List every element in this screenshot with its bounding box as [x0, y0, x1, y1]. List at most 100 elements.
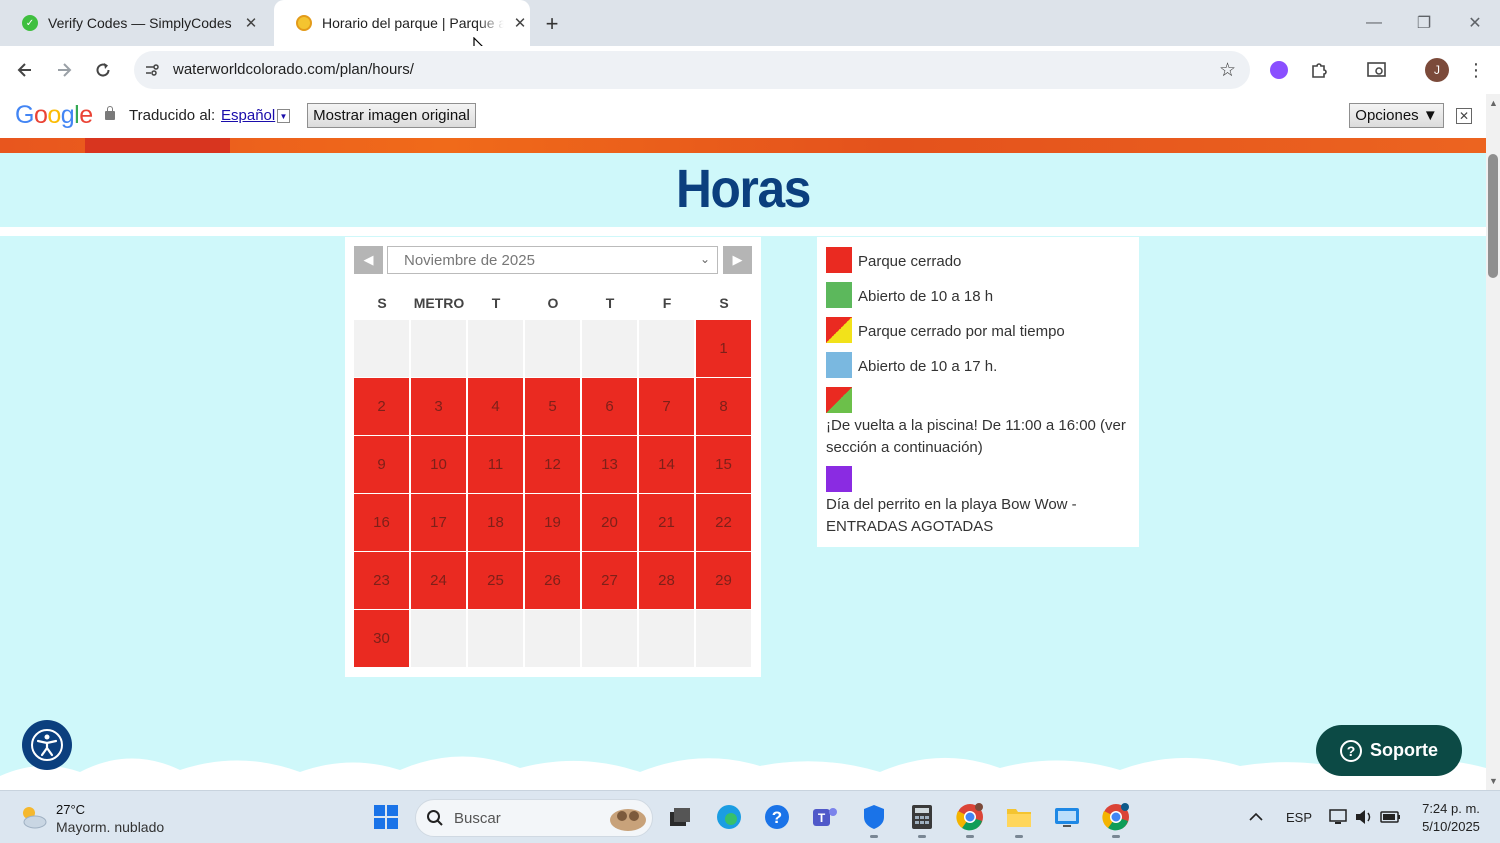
weather-temperature: 27°C	[56, 802, 86, 817]
calendar-day[interactable]: 23	[354, 552, 409, 609]
file-explorer-icon[interactable]	[1004, 802, 1034, 838]
clock-date[interactable]: 5/10/2025	[1410, 819, 1492, 834]
calendar-day[interactable]: 28	[639, 552, 694, 609]
volume-icon[interactable]	[1349, 802, 1379, 832]
scroll-up-icon[interactable]: ▲	[1489, 98, 1498, 108]
close-tab-icon[interactable]: ✕	[241, 13, 261, 33]
reload-icon[interactable]	[89, 56, 117, 84]
weather-cloudy-icon[interactable]	[18, 803, 48, 831]
input-language[interactable]: ESP	[1286, 810, 1312, 825]
menu-kebab-icon[interactable]: ⋮	[1462, 56, 1490, 84]
scroll-down-icon[interactable]: ▼	[1489, 776, 1498, 786]
shield-app-icon[interactable]	[859, 802, 889, 838]
tab-search-icon[interactable]	[1363, 56, 1391, 84]
forward-icon[interactable]	[50, 56, 78, 84]
show-original-button[interactable]: Mostrar imagen original	[307, 103, 476, 128]
accessibility-icon	[31, 729, 63, 761]
calendar-day[interactable]: 5	[525, 378, 580, 435]
calendar-day[interactable]: 24	[411, 552, 466, 609]
window-close-icon[interactable]: ✕	[1460, 8, 1490, 38]
calendar-day[interactable]: 10	[411, 436, 466, 493]
site-info-icon[interactable]	[142, 60, 162, 80]
support-button[interactable]: ? Soporte	[1316, 725, 1462, 776]
bookmark-star-icon[interactable]: ☆	[1219, 59, 1236, 82]
calendar-day[interactable]: 13	[582, 436, 637, 493]
calendar-day[interactable]: 4	[468, 378, 523, 435]
teams-icon[interactable]: T	[810, 802, 840, 832]
battery-icon[interactable]	[1376, 802, 1406, 832]
calendar-day[interactable]: 27	[582, 552, 637, 609]
calendar-day[interactable]: 2	[354, 378, 409, 435]
calendar-day[interactable]: 9	[354, 436, 409, 493]
calendar-day[interactable]: 17	[411, 494, 466, 551]
hours-calendar: ◀ Noviembre de 2025 ⌄ ▶ S METRO T O T F S 1234…	[345, 237, 761, 677]
task-view-icon[interactable]	[665, 802, 695, 832]
calendar-day[interactable]: 12	[525, 436, 580, 493]
taskbar-search[interactable]: Buscar	[415, 799, 653, 837]
clouds-decoration	[0, 756, 1486, 790]
calendar-day[interactable]: 15	[696, 436, 751, 493]
month-select[interactable]: Noviembre de 2025 ⌄	[387, 246, 718, 274]
extension-purple-icon[interactable]	[1265, 56, 1293, 84]
scroll-thumb[interactable]	[1488, 154, 1498, 278]
page-scrollbar[interactable]: ▲ ▼	[1486, 94, 1500, 790]
calendar-day[interactable]: 16	[354, 494, 409, 551]
calendar-day[interactable]: 30	[354, 610, 409, 667]
profile-avatar[interactable]: J	[1423, 56, 1451, 84]
back-icon[interactable]	[11, 56, 39, 84]
clock-time[interactable]: 7:24 p. m.	[1410, 801, 1492, 816]
calendar-day[interactable]: 8	[696, 378, 751, 435]
calendar-day[interactable]: 18	[468, 494, 523, 551]
calendar-day[interactable]: 11	[468, 436, 523, 493]
prev-month-button[interactable]: ◀	[354, 246, 383, 274]
translate-close-button[interactable]: ✕	[1456, 108, 1472, 124]
tab-title: Verify Codes — SimplyCodes	[48, 15, 232, 31]
new-tab-button[interactable]: +	[538, 10, 566, 38]
options-button[interactable]: Opciones ▼	[1349, 103, 1444, 128]
next-month-button[interactable]: ▶	[723, 246, 752, 274]
screen-app-icon[interactable]	[1052, 802, 1082, 832]
calendar-day[interactable]: 25	[468, 552, 523, 609]
legend-swatch-weather-closed	[826, 317, 852, 343]
search-placeholder: Buscar	[454, 810, 501, 827]
tab-strip: ✓ Verify Codes — SimplyCodes ✕ Horario d…	[0, 0, 1500, 60]
google-logo: Google	[15, 101, 93, 129]
chevron-up-icon[interactable]	[1241, 802, 1271, 832]
edge-icon[interactable]	[714, 802, 744, 832]
help-app-icon[interactable]: ?	[762, 802, 792, 832]
close-tab-icon[interactable]: ✕	[510, 13, 530, 33]
calendar-day[interactable]: 20	[582, 494, 637, 551]
address-bar[interactable]: waterworldcolorado.com/plan/hours/ ☆	[134, 51, 1250, 89]
divider	[0, 227, 1486, 236]
calendar-day[interactable]: 1	[696, 320, 751, 377]
calendar-legend: Parque cerrado Abierto de 10 a 18 h Parq…	[817, 237, 1139, 547]
minimize-icon[interactable]: —	[1359, 8, 1389, 38]
chrome-profile-icon[interactable]	[1101, 802, 1131, 838]
calendar-empty-cell	[411, 320, 466, 377]
translate-bar: Google Traducido al: Español ▼ Mostrar i…	[0, 94, 1486, 138]
calendar-day[interactable]: 21	[639, 494, 694, 551]
support-label: Soporte	[1369, 740, 1438, 760]
chrome-icon[interactable]	[955, 802, 985, 838]
tab-simplycodes[interactable]: ✓ Verify Codes — SimplyCodes ✕	[0, 0, 270, 46]
calendar-day[interactable]: 29	[696, 552, 751, 609]
weekday-label: S	[377, 295, 387, 311]
extensions-puzzle-icon[interactable]	[1305, 56, 1333, 84]
calculator-icon[interactable]	[907, 802, 937, 838]
language-dropdown-arrow-icon[interactable]: ▼	[277, 109, 290, 123]
calendar-day[interactable]: 7	[639, 378, 694, 435]
calendar-day[interactable]: 3	[411, 378, 466, 435]
accessibility-button[interactable]	[22, 720, 72, 770]
restore-icon[interactable]: ❐	[1409, 8, 1439, 38]
calendar-day[interactable]: 6	[582, 378, 637, 435]
tab-waterworld[interactable]: Horario del parque | Parque acuático ✕	[274, 0, 530, 46]
windows-start-icon[interactable]	[371, 802, 401, 832]
calendar-day[interactable]: 26	[525, 552, 580, 609]
language-select[interactable]: Español	[221, 107, 275, 124]
calendar-day[interactable]: 14	[639, 436, 694, 493]
calendar-day[interactable]: 22	[696, 494, 751, 551]
calendar-empty-cell	[582, 320, 637, 377]
calendar-day[interactable]: 19	[525, 494, 580, 551]
page-content: Horas ◀ Noviembre de 2025 ⌄ ▶ S METRO T O T F…	[0, 138, 1486, 790]
svg-text:T: T	[818, 811, 826, 825]
